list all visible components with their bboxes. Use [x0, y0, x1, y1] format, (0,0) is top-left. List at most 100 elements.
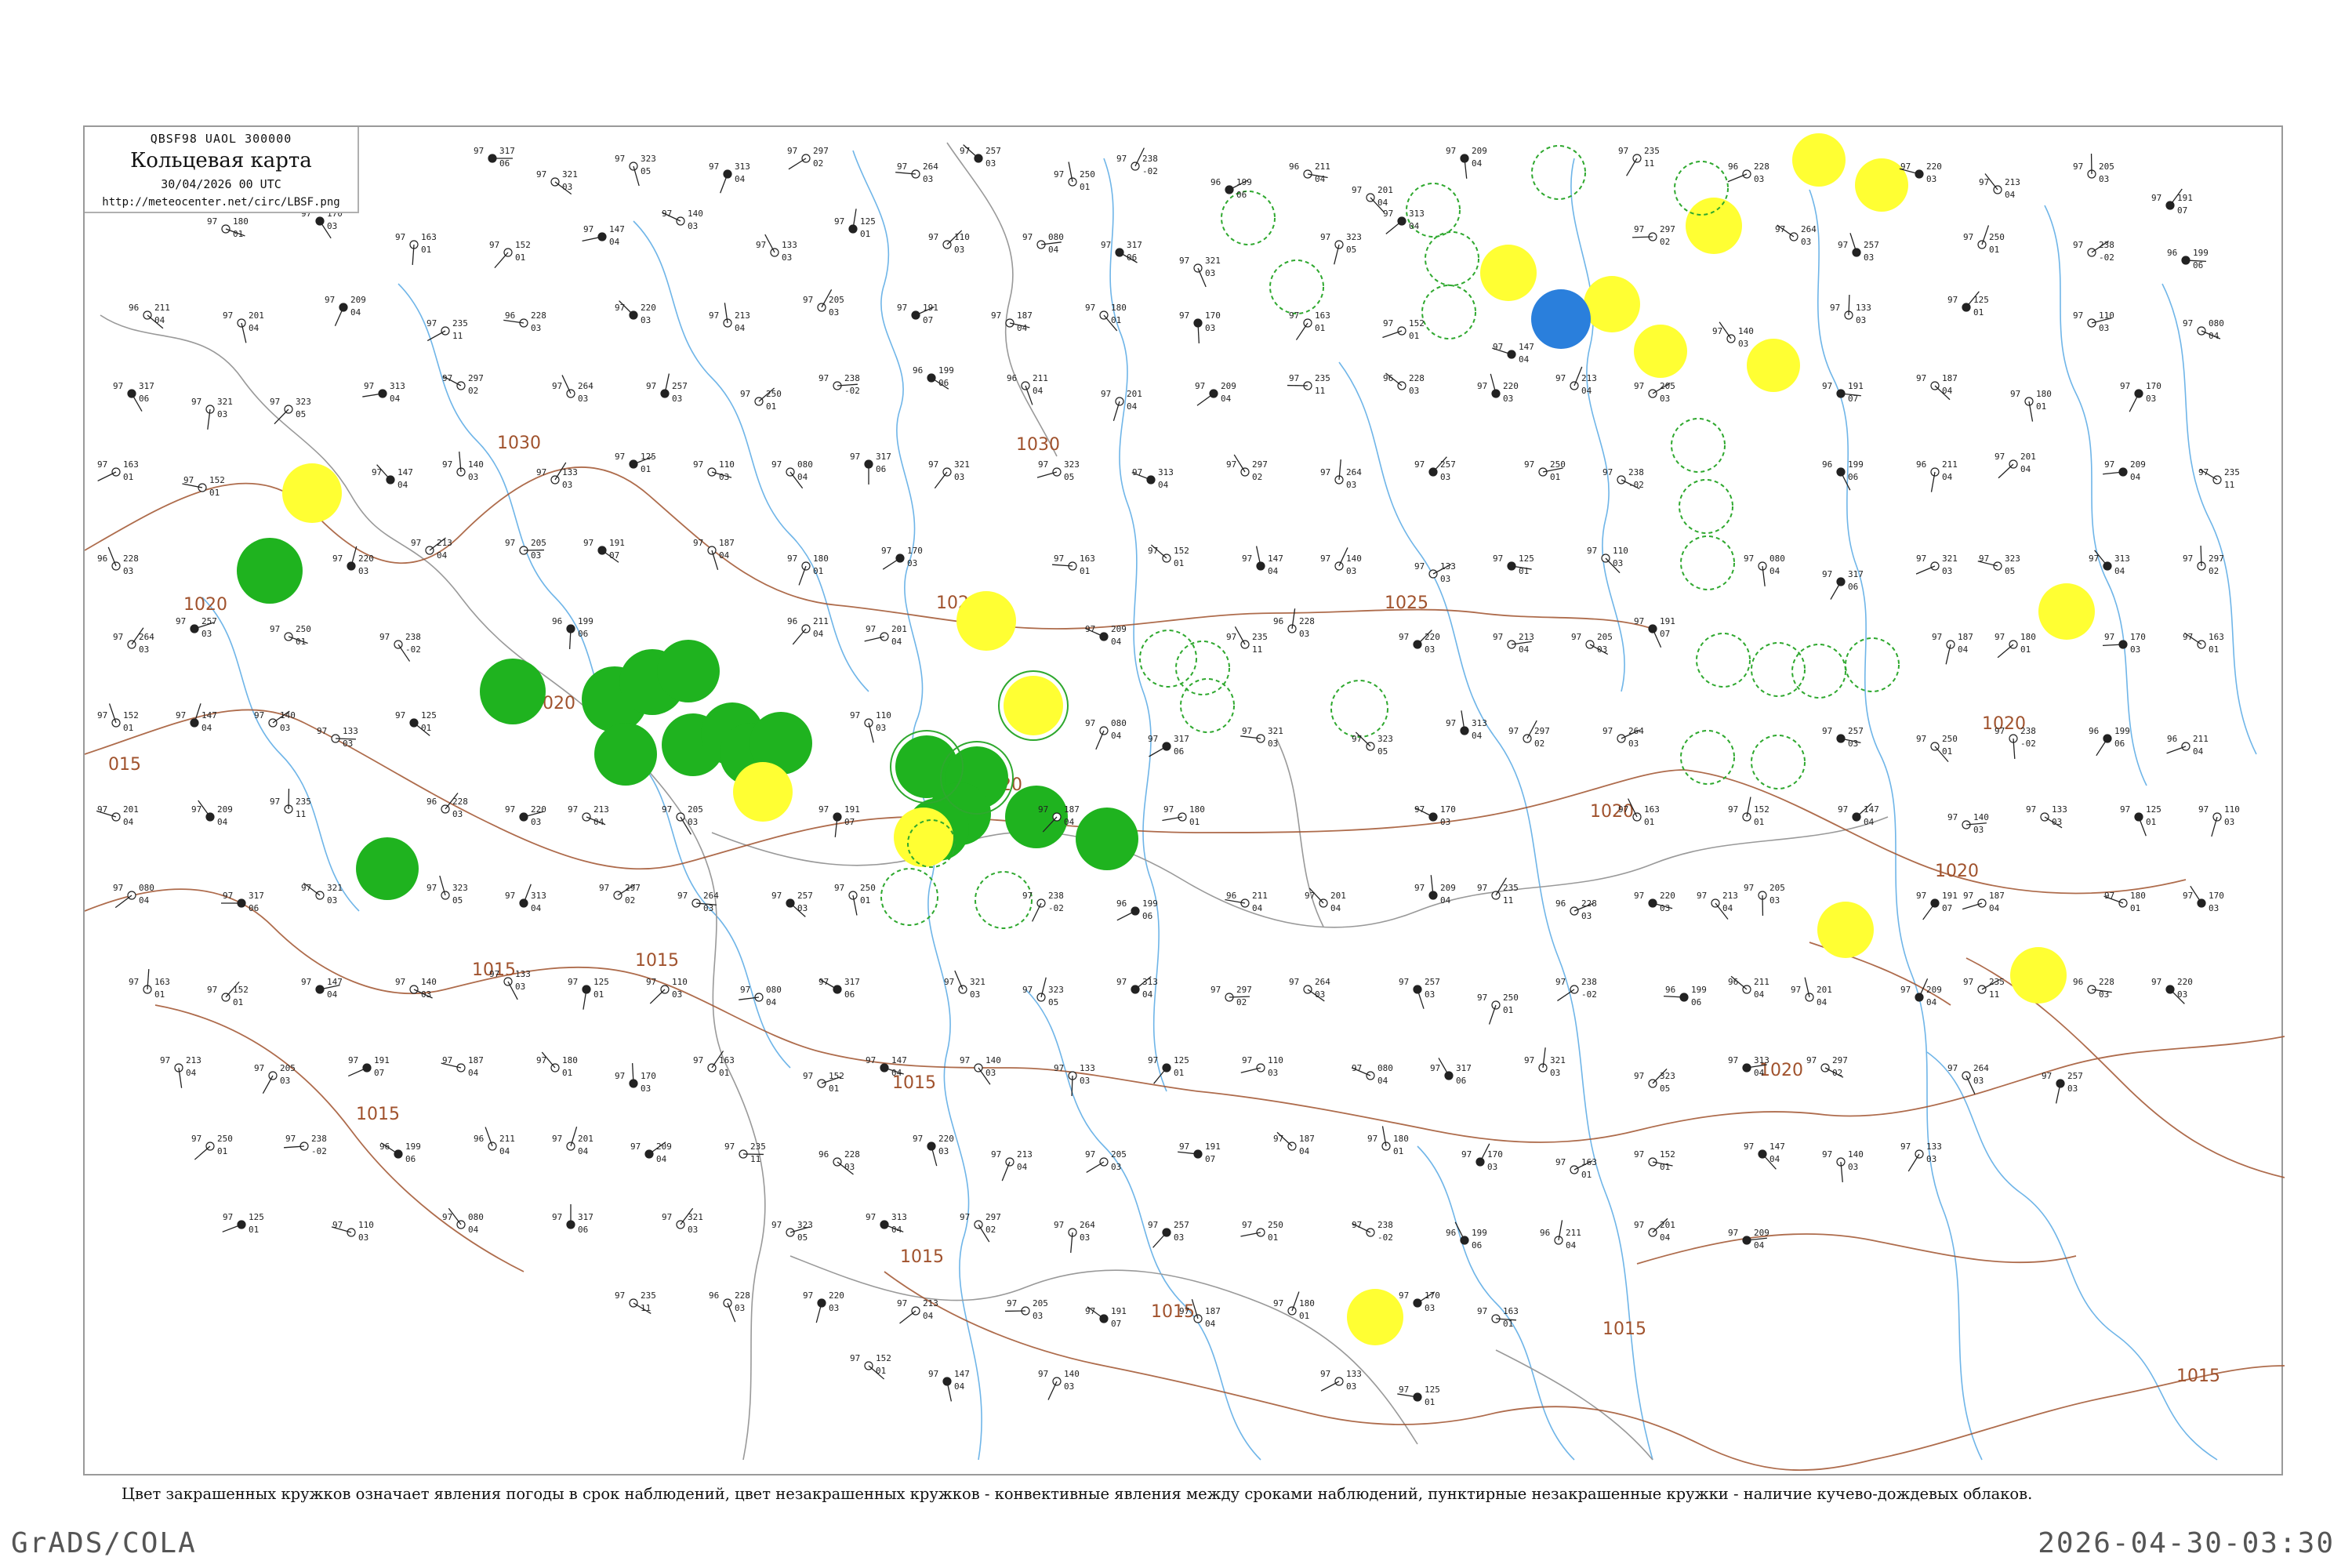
- station-model[interactable]: 238 97 -02: [284, 1134, 327, 1156]
- station-model[interactable]: 213 97 04: [568, 804, 609, 827]
- station-model[interactable]: 313 97 04: [866, 1212, 907, 1235]
- station-model[interactable]: 180 97 01: [1085, 303, 1127, 332]
- station-model[interactable]: 250 97 01: [1054, 162, 1095, 192]
- drizzle-marker[interactable]: [1747, 339, 1800, 392]
- cb-marker[interactable]: [1330, 680, 1388, 738]
- station-model[interactable]: 257 97 03: [1148, 1220, 1189, 1248]
- station-model[interactable]: 133 97 03: [1414, 561, 1456, 584]
- station-model[interactable]: 250 97 01: [834, 883, 876, 916]
- cb-marker[interactable]: [1680, 535, 1735, 590]
- station-model[interactable]: 110 97 03: [2073, 310, 2114, 333]
- station-model[interactable]: 191 97 07: [1634, 616, 1675, 648]
- station-model[interactable]: 133 97 03: [756, 234, 797, 263]
- station-model[interactable]: 140 97 03: [1038, 1369, 1080, 1400]
- station-model[interactable]: 209 97 04: [2103, 459, 2146, 482]
- station-model[interactable]: 321 97 03: [536, 169, 578, 195]
- station-model[interactable]: 213 97 04: [1555, 366, 1597, 396]
- station-model[interactable]: 323 97 05: [1977, 554, 2020, 576]
- station-model[interactable]: 250 97 01: [270, 624, 311, 647]
- station-model[interactable]: 163 97 01: [1052, 554, 1095, 576]
- station-model[interactable]: 163 97 01: [1289, 310, 1330, 340]
- station-model[interactable]: 199 96 06: [1116, 898, 1158, 921]
- station-model[interactable]: 199 96 06: [2089, 726, 2130, 757]
- drizzle-marker[interactable]: [1480, 245, 1537, 301]
- station-model[interactable]: 211 96 04: [2166, 734, 2209, 757]
- station-model[interactable]: 140 97 03: [254, 710, 296, 733]
- station-model[interactable]: 191 97 07: [1916, 891, 1958, 920]
- station-model[interactable]: 228 96 03: [426, 793, 468, 819]
- station-model[interactable]: 140 97 03: [395, 977, 437, 1000]
- station-model[interactable]: 264 97 03: [1054, 1220, 1095, 1253]
- station-model[interactable]: 317 97 06: [474, 146, 515, 169]
- station-model[interactable]: 213 97 04: [897, 1298, 938, 1324]
- station-model[interactable]: 147 97 04: [1492, 342, 1534, 365]
- station-model[interactable]: 163 97 01: [97, 459, 139, 482]
- station-model[interactable]: 317 97 06: [1430, 1058, 1472, 1086]
- station-model[interactable]: 250 97 01: [1916, 734, 1958, 763]
- station-model[interactable]: 323 97 05: [270, 397, 311, 425]
- station-model[interactable]: 199 96 06: [379, 1142, 421, 1164]
- station-model[interactable]: 213 97 04: [991, 1149, 1033, 1181]
- station-model[interactable]: 147 97 04: [1744, 1142, 1785, 1170]
- station-model[interactable]: 180 97 01: [2103, 891, 2146, 913]
- station-model[interactable]: 209 97 04: [1446, 146, 1487, 179]
- station-model[interactable]: 323 97 05: [771, 1220, 813, 1243]
- station-model[interactable]: 125 97 01: [1493, 554, 1534, 576]
- station-model[interactable]: 297 97 02: [1210, 985, 1252, 1007]
- station-model[interactable]: 199 96 06: [1822, 459, 1864, 491]
- station-model[interactable]: 220 97 03: [1634, 891, 1675, 913]
- station-model[interactable]: 321 97 03: [1179, 256, 1221, 288]
- station-model[interactable]: 170 97 03: [615, 1063, 656, 1094]
- station-model[interactable]: 228 96 03: [818, 1149, 860, 1175]
- station-model[interactable]: 147 97 04: [866, 1055, 907, 1078]
- station-model[interactable]: 133 97 03: [536, 462, 578, 490]
- station-model[interactable]: 180 97 01: [1162, 804, 1205, 827]
- cb-marker[interactable]: [1751, 642, 1806, 697]
- station-model[interactable]: 110 97 03: [2198, 804, 2240, 837]
- station-model[interactable]: 205 97 03: [1004, 1298, 1048, 1321]
- station-model[interactable]: 264 97 03: [895, 162, 938, 184]
- station-model[interactable]: 211 96 04: [474, 1127, 515, 1156]
- station-model[interactable]: 080 97 04: [1085, 718, 1127, 750]
- station-model[interactable]: 187 97 04: [441, 1055, 484, 1078]
- station-model[interactable]: 163 97 01: [395, 232, 437, 265]
- station-model[interactable]: 321 97 03: [944, 970, 985, 1000]
- station-model[interactable]: 110 97 03: [646, 977, 688, 1004]
- station-model[interactable]: 321 97 03: [662, 1207, 703, 1235]
- station-model[interactable]: 170 97 03: [1179, 310, 1221, 343]
- station-model[interactable]: 110 97 03: [1240, 1055, 1283, 1078]
- drizzle-marker[interactable]: [733, 762, 793, 822]
- station-model[interactable]: 211 96 04: [1225, 891, 1268, 913]
- station-model[interactable]: 321 97 03: [928, 459, 970, 489]
- station-model[interactable]: 152 97 01: [1634, 1149, 1675, 1172]
- source-url[interactable]: http://meteocenter.net/circ/LBSF.png: [85, 196, 358, 209]
- station-model[interactable]: 235 97 11: [1287, 373, 1330, 396]
- cb-marker[interactable]: [1680, 730, 1735, 785]
- station-model[interactable]: 080 97 04: [771, 459, 813, 489]
- drizzle-marker[interactable]: [1792, 133, 1846, 187]
- station-model[interactable]: 228 96 03: [1727, 162, 1769, 184]
- snow-marker[interactable]: [1531, 289, 1591, 349]
- station-model[interactable]: 125 97 01: [834, 209, 876, 239]
- station-model[interactable]: 313 97 04: [709, 162, 750, 194]
- cb-marker[interactable]: [1791, 644, 1846, 699]
- station-model[interactable]: 250 97 01: [1524, 459, 1566, 482]
- station-model[interactable]: 199 96 06: [1446, 1221, 1487, 1250]
- station-model[interactable]: 297 97 02: [1508, 720, 1550, 749]
- station-model[interactable]: 238 97 -02: [1022, 891, 1064, 922]
- station-model[interactable]: 180 97 01: [1273, 1291, 1315, 1321]
- station-model[interactable]: 187 97 04: [693, 538, 735, 571]
- station-model[interactable]: 264 97 03: [1602, 726, 1644, 749]
- cb-marker[interactable]: [1531, 145, 1586, 200]
- station-model[interactable]: 080 97 04: [2183, 318, 2224, 341]
- station-model[interactable]: 228 96 03: [97, 546, 139, 576]
- station-model[interactable]: 238 97 -02: [379, 632, 421, 662]
- station-model[interactable]: 257 97 03: [646, 373, 688, 404]
- station-model[interactable]: 080 97 04: [442, 1207, 484, 1235]
- cb-marker[interactable]: [1679, 479, 1733, 534]
- cb-marker[interactable]: [880, 868, 938, 926]
- station-model[interactable]: 235 97 11: [270, 788, 311, 819]
- station-model[interactable]: 317 97 06: [552, 1204, 593, 1235]
- station-model[interactable]: 205 97 03: [662, 804, 703, 835]
- station-model[interactable]: 163 97 01: [2183, 632, 2224, 655]
